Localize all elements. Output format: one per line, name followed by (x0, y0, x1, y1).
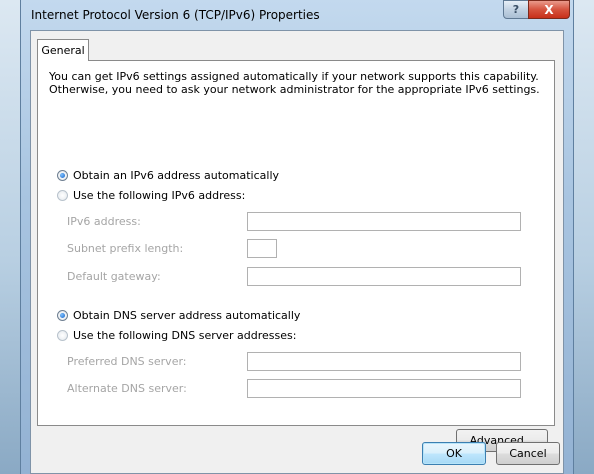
use-dns-addresses-radio[interactable] (57, 330, 68, 341)
tab-general[interactable]: General (37, 39, 89, 61)
help-icon: ? (512, 3, 520, 16)
obtain-dns-auto-radio[interactable] (57, 310, 68, 321)
description-line-1: You can get IPv6 settings assigned autom… (49, 70, 539, 83)
cancel-button[interactable]: Cancel (496, 442, 560, 465)
obtain-ipv6-auto-label: Obtain an IPv6 address automatically (73, 169, 280, 182)
close-icon: X (544, 2, 554, 17)
default-gateway-label: Default gateway: (67, 270, 161, 283)
alternate-dns-server-label: Alternate DNS server: (67, 382, 187, 395)
ok-button-label: OK (446, 447, 462, 460)
window-title: Internet Protocol Version 6 (TCP/IPv6) P… (31, 8, 320, 22)
ipv6-address-label: IPv6 address: (67, 215, 141, 228)
desktop-background-left (0, 0, 20, 474)
cancel-button-label: Cancel (509, 447, 547, 460)
general-tab-panel: You can get IPv6 settings assigned autom… (37, 60, 555, 452)
subnet-prefix-length-label: Subnet prefix length: (67, 242, 184, 255)
description-line-2: Otherwise, you need to ask your network … (49, 83, 540, 96)
ok-button[interactable]: OK (422, 442, 486, 465)
use-ipv6-address-radio[interactable] (57, 190, 68, 201)
preferred-dns-server-label: Preferred DNS server: (67, 355, 187, 368)
dialog-client-area: General You can get IPv6 settings assign… (30, 30, 564, 474)
obtain-dns-auto-option[interactable]: Obtain DNS server address automatically (57, 309, 300, 322)
obtain-dns-auto-label: Obtain DNS server address automatically (73, 309, 301, 322)
use-dns-addresses-label: Use the following DNS server addresses: (73, 329, 297, 342)
use-dns-addresses-option[interactable]: Use the following DNS server addresses: (57, 329, 296, 342)
alternate-dns-server-field[interactable] (247, 379, 521, 398)
close-button[interactable]: X (528, 0, 570, 19)
use-ipv6-address-option[interactable]: Use the following IPv6 address: (57, 189, 245, 202)
properties-dialog: Internet Protocol Version 6 (TCP/IPv6) P… (20, 0, 574, 474)
preferred-dns-server-field[interactable] (247, 352, 521, 371)
use-ipv6-address-label: Use the following IPv6 address: (73, 189, 246, 202)
obtain-ipv6-auto-option[interactable]: Obtain an IPv6 address automatically (57, 169, 279, 182)
ipv6-address-field[interactable] (247, 212, 521, 231)
default-gateway-field[interactable] (247, 267, 521, 286)
description-text: You can get IPv6 settings assigned autom… (49, 70, 540, 96)
subnet-prefix-length-field[interactable] (247, 239, 277, 258)
tab-general-label: General (41, 44, 85, 57)
obtain-ipv6-auto-radio[interactable] (57, 170, 68, 181)
desktop-background-right (574, 0, 594, 474)
help-button[interactable]: ? (503, 0, 529, 19)
